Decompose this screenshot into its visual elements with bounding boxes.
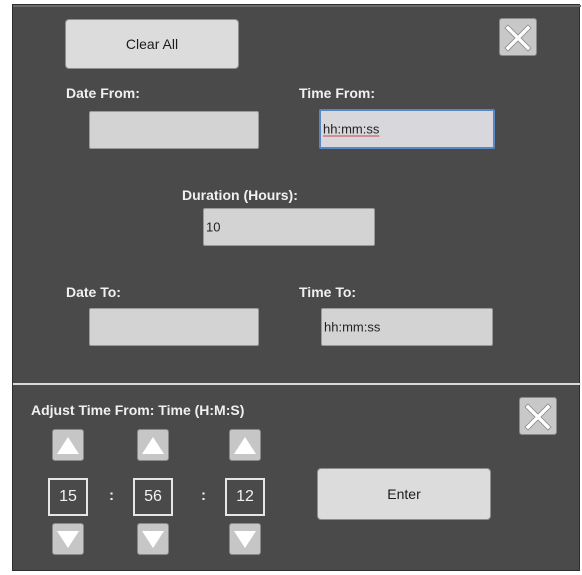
arrow-down-icon bbox=[57, 531, 79, 548]
arrow-up-icon bbox=[234, 437, 256, 454]
enter-button[interactable]: Enter bbox=[317, 468, 491, 520]
hm-separator: : bbox=[109, 487, 114, 504]
minutes-up-button[interactable] bbox=[137, 429, 169, 461]
close-adjust-button[interactable] bbox=[519, 397, 557, 435]
date-to-field[interactable] bbox=[89, 308, 259, 346]
arrow-down-icon bbox=[142, 531, 164, 548]
duration-value: 10 bbox=[206, 219, 221, 235]
time-from-value: hh:mm:ss bbox=[323, 121, 380, 137]
time-from-field[interactable]: hh:mm:ss bbox=[319, 109, 495, 149]
arrow-up-icon bbox=[142, 437, 164, 454]
time-to-value: hh:mm:ss bbox=[324, 319, 381, 335]
time-from-label: Time From: bbox=[299, 85, 375, 101]
clear-all-button[interactable]: Clear All bbox=[65, 19, 239, 69]
top-border bbox=[13, 5, 581, 7]
time-to-label: Time To: bbox=[299, 284, 357, 300]
minutes-down-button[interactable] bbox=[137, 523, 169, 555]
close-icon bbox=[524, 403, 552, 431]
seconds-up-button[interactable] bbox=[229, 429, 261, 461]
ms-separator: : bbox=[201, 487, 206, 504]
date-from-field[interactable] bbox=[89, 111, 259, 149]
seconds-value[interactable]: 12 bbox=[225, 478, 265, 516]
hours-down-button[interactable] bbox=[52, 523, 84, 555]
duration-label: Duration (Hours): bbox=[182, 187, 298, 203]
time-to-field[interactable]: hh:mm:ss bbox=[321, 308, 493, 346]
clear-all-label: Clear All bbox=[125, 36, 179, 52]
adjust-title: Adjust Time From: Time (H:M:S) bbox=[31, 402, 245, 418]
close-icon bbox=[504, 24, 532, 52]
time-filter-dialog: Clear All Date From: Time From: hh:mm:ss… bbox=[12, 4, 581, 571]
arrow-down-icon bbox=[234, 531, 256, 548]
close-dialog-button[interactable] bbox=[499, 18, 537, 56]
date-to-label: Date To: bbox=[66, 284, 121, 300]
section-divider bbox=[13, 383, 581, 385]
date-from-label: Date From: bbox=[66, 85, 140, 101]
minutes-value[interactable]: 56 bbox=[133, 478, 173, 516]
enter-label: Enter bbox=[387, 486, 421, 502]
arrow-up-icon bbox=[57, 437, 79, 454]
hours-value[interactable]: 15 bbox=[48, 478, 88, 516]
duration-field[interactable]: 10 bbox=[203, 208, 375, 246]
seconds-down-button[interactable] bbox=[229, 523, 261, 555]
hours-up-button[interactable] bbox=[52, 429, 84, 461]
